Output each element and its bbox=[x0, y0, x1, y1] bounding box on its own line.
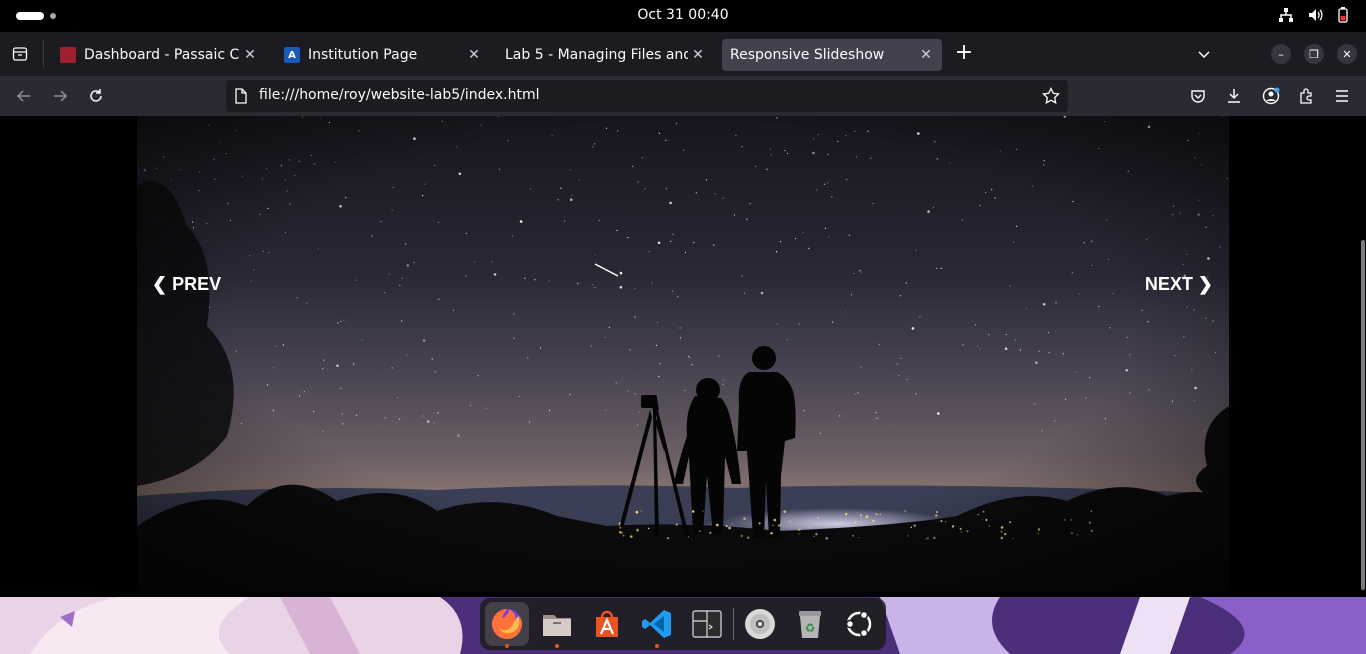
dock-show-apps[interactable] bbox=[837, 602, 881, 646]
close-tab-icon[interactable]: ✕ bbox=[916, 47, 936, 63]
slideshow-container: ❮ PREV NEXT ❯ bbox=[137, 116, 1229, 592]
pocket-icon bbox=[1191, 90, 1205, 103]
url-bar[interactable]: file:///home/roy/website-lab5/index.html bbox=[226, 80, 1068, 112]
downloads-button[interactable] bbox=[1222, 84, 1246, 108]
dock-files[interactable] bbox=[535, 602, 579, 648]
firefox-view-button[interactable] bbox=[8, 42, 32, 66]
minimize-button[interactable]: – bbox=[1271, 44, 1291, 64]
firefox-icon bbox=[492, 609, 522, 639]
activities-button[interactable] bbox=[16, 12, 44, 20]
dashboard-favicon bbox=[60, 47, 76, 63]
workspace-indicator[interactable] bbox=[50, 13, 56, 19]
back-button[interactable] bbox=[12, 84, 36, 108]
restore-button[interactable]: ❐ bbox=[1304, 44, 1324, 64]
list-all-tabs-button[interactable] bbox=[1192, 42, 1216, 66]
url-text[interactable]: file:///home/roy/website-lab5/index.html bbox=[259, 87, 540, 103]
hamburger-menu-icon bbox=[1336, 90, 1348, 102]
volume-icon[interactable] bbox=[1308, 7, 1324, 23]
dock-separator bbox=[733, 608, 734, 640]
network-icon[interactable] bbox=[1278, 7, 1294, 23]
files-icon bbox=[543, 615, 571, 636]
tab-separator bbox=[43, 40, 44, 68]
app-menu-button[interactable] bbox=[1330, 84, 1354, 108]
account-icon bbox=[1262, 87, 1280, 105]
pocket-button[interactable] bbox=[1186, 84, 1210, 108]
puzzle-piece-icon bbox=[1300, 88, 1312, 104]
scrollbar-thumb[interactable] bbox=[1361, 240, 1365, 590]
dock-disc[interactable] bbox=[738, 602, 782, 646]
reload-icon bbox=[90, 89, 102, 102]
trash-icon: ♻ bbox=[799, 611, 821, 638]
slide-image bbox=[137, 116, 1229, 592]
dock-terminal[interactable] bbox=[685, 602, 729, 646]
next-slide-button[interactable]: NEXT ❯ bbox=[1139, 270, 1219, 299]
close-tab-icon[interactable]: ✕ bbox=[240, 47, 260, 63]
chevron-down-icon bbox=[1198, 51, 1210, 59]
close-window-button[interactable]: ✕ bbox=[1337, 44, 1357, 64]
clock[interactable]: Oct 31 00:40 bbox=[637, 7, 728, 23]
svg-text:♻: ♻ bbox=[805, 621, 816, 635]
terminal-icon bbox=[692, 610, 722, 638]
tab-lab5[interactable]: Lab 5 - Managing Files and di ✕ bbox=[496, 39, 714, 71]
running-indicator bbox=[655, 644, 659, 648]
firefox-view-icon bbox=[12, 47, 28, 61]
ubuntu-apps-icon bbox=[845, 610, 872, 638]
back-arrow-icon bbox=[16, 90, 30, 102]
institution-favicon: A bbox=[284, 47, 300, 63]
tab-strip: Dashboard - Passaic Coun ✕ A Institution… bbox=[0, 32, 1366, 76]
dock: ♻ bbox=[480, 598, 886, 650]
tab-responsive-slideshow[interactable]: Responsive Slideshow ✕ bbox=[722, 39, 942, 71]
prev-slide-button[interactable]: ❮ PREV bbox=[146, 270, 227, 299]
page-icon[interactable] bbox=[234, 88, 248, 104]
dock-app-center[interactable] bbox=[585, 602, 629, 646]
account-button[interactable] bbox=[1259, 84, 1283, 108]
page-scrollbar[interactable] bbox=[1360, 116, 1366, 597]
disc-icon bbox=[745, 609, 775, 639]
tab-title: Responsive Slideshow bbox=[730, 47, 885, 63]
dock-firefox[interactable] bbox=[485, 602, 529, 648]
navigation-toolbar: file:///home/roy/website-lab5/index.html bbox=[0, 76, 1366, 116]
app-center-icon bbox=[596, 610, 618, 637]
system-top-bar: Oct 31 00:40 bbox=[0, 0, 1366, 32]
forward-button[interactable] bbox=[48, 84, 72, 108]
running-indicator bbox=[555, 644, 559, 648]
dock-trash[interactable]: ♻ bbox=[788, 602, 832, 646]
page-content: ❮ PREV NEXT ❯ bbox=[0, 116, 1366, 597]
vscode-icon bbox=[642, 610, 671, 638]
tab-institution[interactable]: A Institution Page ✕ bbox=[272, 39, 490, 71]
dock-vscode[interactable] bbox=[635, 602, 679, 648]
reload-button[interactable] bbox=[84, 84, 108, 108]
close-tab-icon[interactable]: ✕ bbox=[688, 47, 708, 63]
tab-title: Lab 5 - Managing Files and di bbox=[505, 47, 688, 63]
forward-arrow-icon bbox=[54, 90, 68, 102]
download-icon bbox=[1228, 89, 1240, 103]
running-indicator bbox=[505, 644, 509, 648]
extensions-button[interactable] bbox=[1294, 84, 1318, 108]
tab-dashboard[interactable]: Dashboard - Passaic Coun ✕ bbox=[48, 39, 266, 71]
battery-icon[interactable] bbox=[1338, 7, 1348, 23]
tab-title: Institution Page bbox=[308, 47, 418, 63]
close-tab-icon[interactable]: ✕ bbox=[464, 47, 484, 63]
tab-title: Dashboard - Passaic Coun bbox=[84, 47, 240, 63]
bookmark-star-icon[interactable] bbox=[1042, 87, 1060, 105]
new-tab-button[interactable]: + bbox=[952, 42, 976, 66]
